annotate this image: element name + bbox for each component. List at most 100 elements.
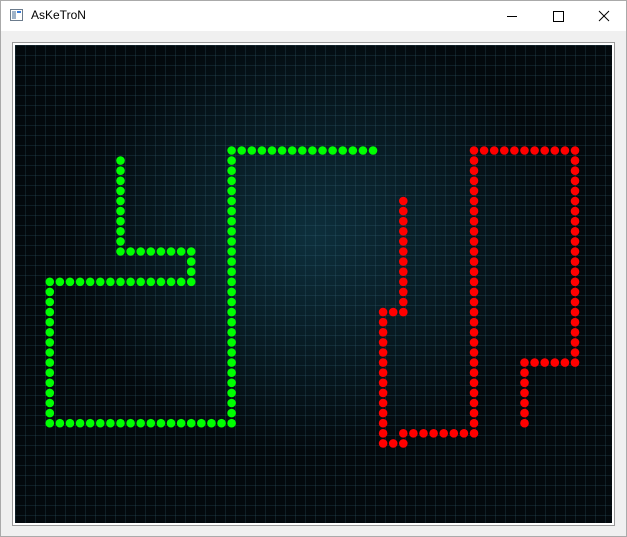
green-trail-cell [217,418,226,428]
green-trail-cell [338,146,348,155]
red-trail-cell [378,307,388,317]
green-trail-cell [146,277,156,287]
red-trail-cell [469,247,479,256]
green-trail-cell [146,418,156,428]
red-trail-cell [570,287,580,297]
green-trail-cell [176,277,186,287]
red-trail-cell [560,358,570,367]
green-trail-cell [45,348,55,357]
red-trail-cell [469,146,479,155]
close-button[interactable] [581,1,627,31]
green-trail-cell [368,146,378,155]
green-trail-cell [85,418,95,428]
green-trail-cell [197,418,206,428]
red-trail-cell [520,358,529,367]
red-trail-cell [570,247,580,256]
red-trail-cell [469,257,479,266]
red-trail-cell [378,439,388,448]
green-trail-cell [116,237,125,246]
green-trail-cell [116,186,125,196]
green-trail-cell [358,146,368,155]
red-trail-cell [570,186,580,196]
green-trail-cell [45,408,55,418]
green-trail-cell [166,418,176,428]
green-trail-cell [136,277,145,287]
green-trail-cell [116,216,125,226]
green-trail-cell [55,277,65,287]
green-trail-cell [75,277,85,287]
red-trail-cell [570,196,580,206]
red-trail-cell [399,196,408,206]
green-trail-cell [348,146,358,155]
green-trail-cell [116,277,125,287]
green-trail-cell [126,418,135,428]
maximize-button[interactable] [535,1,581,31]
green-trail-cell [186,418,196,428]
green-trail-cell [96,418,105,428]
app-window-icon[interactable] [10,9,23,21]
green-trail-cell [166,277,176,287]
red-trail-cell [409,429,418,438]
green-trail-cell [227,418,236,428]
title-bar[interactable]: AsKeTroN [1,1,626,31]
green-trail-cell [85,277,95,287]
red-trail-cell [378,317,388,327]
game-frame [12,42,615,526]
red-trail-cell [520,408,529,418]
red-trail-cell [570,146,580,155]
red-trail-cell [469,348,479,357]
green-trail-cell [227,206,236,216]
red-trail-cell [378,378,388,388]
red-trail [378,146,580,448]
app-window: AsKeTroN [0,0,627,537]
red-trail-cell [399,206,408,216]
red-trail-cell [378,358,388,367]
red-trail-cell [378,408,388,418]
red-trail-cell [469,317,479,327]
green-trail-cell [45,287,55,297]
red-trail-cell [469,408,479,418]
red-trail-cell [469,287,479,297]
red-trail-cell [469,176,479,186]
minimize-icon [507,16,517,17]
red-trail-cell [530,146,539,155]
game-board[interactable] [15,45,612,523]
green-trail-cell [186,247,196,256]
red-trail-cell [570,206,580,216]
red-trail-cell [500,146,509,155]
green-trail-cell [227,307,236,317]
maximize-icon [553,11,564,22]
red-trail-cell [469,388,479,398]
green-trail-cell [227,237,236,246]
red-trail-cell [378,418,388,428]
red-trail-cell [388,439,398,448]
red-trail-cell [399,297,408,307]
green-trail-cell [186,277,196,287]
red-trail-cell [399,237,408,246]
green-trail-cell [45,328,55,337]
green-trail-cell [227,257,236,266]
green-trail-cell [308,146,317,155]
green-trail-cell [126,277,135,287]
red-trail-cell [570,338,580,347]
green-trail-cell [116,166,125,175]
red-trail-cell [570,216,580,226]
green-trail-cell [116,206,125,216]
red-trail-cell [378,388,388,398]
green-trail-cell [106,418,115,428]
green-trail-cell [55,418,65,428]
green-trail-cell [136,418,145,428]
green-trail-cell [75,418,85,428]
minimize-button[interactable] [489,1,535,31]
red-trail-cell [399,216,408,226]
green-trail-cell [96,277,105,287]
red-trail-cell [399,257,408,266]
red-trail-cell [520,398,529,408]
green-trail-cell [227,166,236,175]
green-trail-cell [45,418,55,428]
red-trail-cell [469,358,479,367]
green-trail-cell [45,388,55,398]
red-trail-cell [399,439,408,448]
red-trail-cell [570,176,580,186]
red-trail-cell [570,277,580,287]
